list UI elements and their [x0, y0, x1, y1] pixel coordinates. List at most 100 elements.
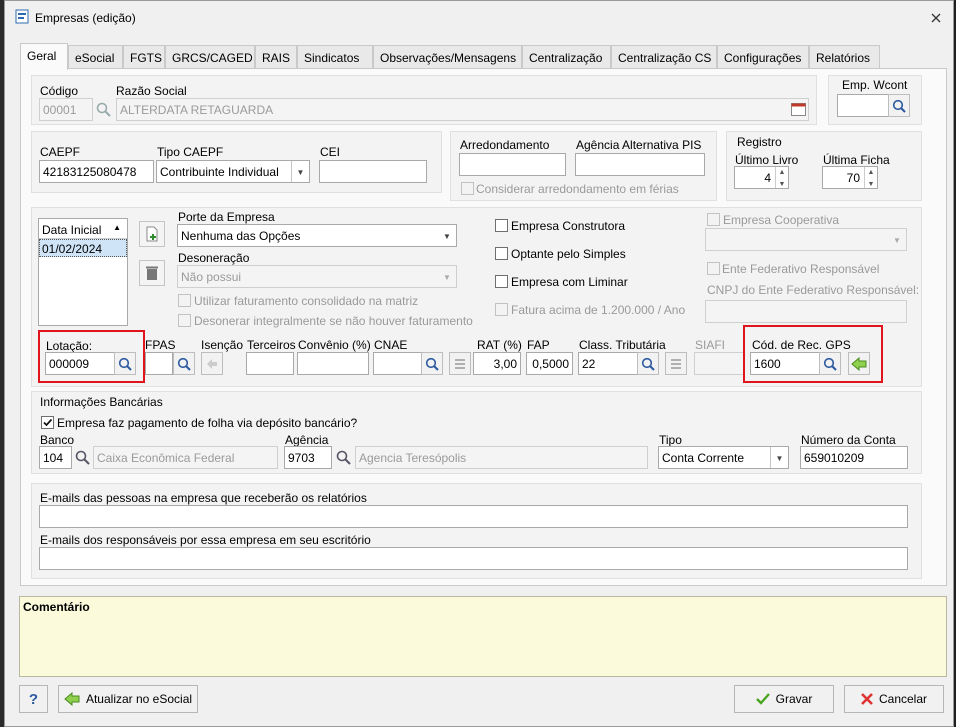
construtora-checkbox[interactable]	[495, 219, 508, 232]
codigo-label: Código	[40, 84, 79, 98]
help-button[interactable]: ?	[19, 685, 48, 713]
agencia-nome-field[interactable]: Agencia Teresópolis	[355, 446, 648, 469]
agencia-label: Agência	[285, 433, 329, 447]
banco-field[interactable]: 104	[39, 446, 72, 469]
ultima-ficha-field[interactable]: 70 ▲ ▼	[822, 166, 878, 189]
chevron-down-icon[interactable]: ▼	[291, 161, 309, 182]
ente-checkbox[interactable]	[707, 262, 720, 275]
background-strip	[0, 0, 4, 727]
search-icon	[177, 357, 191, 371]
delete-button[interactable]	[139, 260, 165, 286]
chevron-down-icon[interactable]: ▼	[438, 225, 456, 246]
gps-highlight	[743, 325, 883, 383]
cancelar-button[interactable]: Cancelar	[844, 685, 944, 713]
tab-esocial[interactable]: eSocial	[68, 45, 123, 69]
conta-field[interactable]: 659010209	[800, 446, 908, 469]
codigo-field[interactable]: 00001	[39, 98, 93, 121]
caepf-label: CAEPF	[40, 145, 81, 159]
chevron-down-icon[interactable]: ▼	[438, 266, 456, 287]
x-icon	[861, 693, 873, 705]
arredondamento-field[interactable]	[459, 153, 566, 176]
razao-social-field[interactable]: ALTERDATA RETAGUARDA	[116, 98, 809, 121]
cnae-label: CNAE	[374, 338, 408, 352]
cooperativa-select[interactable]: ▼	[705, 228, 907, 251]
wcont-field[interactable]	[837, 94, 889, 117]
cnpj-ente-field[interactable]	[705, 300, 907, 323]
search-icon[interactable]	[96, 102, 111, 117]
lotacao-highlight	[38, 330, 145, 383]
spinner-icon[interactable]: ▲ ▼	[864, 167, 877, 188]
tab-relatorios[interactable]: Relatórios	[809, 45, 880, 69]
faturamento-consolidado-checkbox[interactable]	[178, 294, 191, 307]
tipo-conta-select[interactable]: Conta Corrente ▼	[658, 446, 789, 469]
tab-fgts[interactable]: FGTS	[123, 45, 165, 69]
cnae-list-button[interactable]	[449, 352, 471, 375]
fpas-field[interactable]	[145, 352, 173, 375]
tipo-caepf-label: Tipo CAEPF	[157, 145, 224, 159]
chevron-down-icon[interactable]: ▼	[770, 447, 788, 468]
ferias-label: Considerar arredondamento em férias	[476, 182, 679, 196]
porte-select[interactable]: Nenhuma das Opções ▼	[177, 224, 457, 247]
tab-configuracoes[interactable]: Configurações	[717, 45, 809, 69]
atualizar-esocial-label: Atualizar no eSocial	[85, 692, 193, 706]
ultima-ficha-value: 70	[846, 171, 860, 185]
emails-escritorio-label: E-mails dos responsáveis por essa empres…	[40, 533, 371, 547]
emails-escritorio-field[interactable]	[39, 547, 908, 570]
fpas-search-button[interactable]	[173, 352, 195, 375]
class-tributaria-field[interactable]: 22	[578, 352, 638, 375]
siafi-field[interactable]	[694, 352, 744, 375]
cnae-field[interactable]	[373, 352, 422, 375]
cei-field[interactable]	[319, 160, 427, 183]
fpas-label: FPAS	[145, 338, 176, 352]
desoneracao-select[interactable]: Não possui ▼	[177, 265, 457, 288]
search-icon[interactable]	[336, 450, 351, 465]
cooperativa-checkbox[interactable]	[707, 213, 720, 226]
comentario-label: Comentário	[23, 600, 90, 614]
isencao-button[interactable]	[201, 352, 223, 375]
tipo-caepf-select[interactable]: Contribuinte Individual ▼	[156, 160, 310, 183]
construtora-label: Empresa Construtora	[511, 219, 626, 233]
calendar-icon[interactable]	[791, 102, 806, 116]
cnae-search-button[interactable]	[421, 352, 443, 375]
terceiros-field[interactable]	[246, 352, 294, 375]
close-icon[interactable]	[931, 13, 941, 23]
convenio-field[interactable]	[297, 352, 369, 375]
list-item[interactable]: 01/02/2024	[39, 239, 127, 257]
tipo-conta-value: Conta Corrente	[662, 451, 745, 465]
deposito-checkbox[interactable]	[41, 416, 54, 429]
desonerar-integral-checkbox[interactable]	[178, 314, 191, 327]
tab-centralizacao[interactable]: Centralização	[522, 45, 611, 69]
spinner-icon[interactable]: ▲ ▼	[775, 167, 788, 188]
agencia-pis-field[interactable]	[575, 153, 705, 176]
gravar-button[interactable]: Gravar	[734, 685, 834, 713]
ultimo-livro-value: 4	[764, 171, 771, 185]
add-button[interactable]	[139, 221, 165, 247]
liminar-checkbox[interactable]	[495, 275, 508, 288]
edit-icon	[207, 358, 217, 369]
tab-centralizacao-cs[interactable]: Centralização CS	[611, 45, 717, 69]
comentario-area[interactable]: Comentário	[19, 596, 947, 677]
agencia-field[interactable]: 9703	[284, 446, 332, 469]
simples-checkbox[interactable]	[495, 247, 508, 260]
tab-grcs-caged[interactable]: GRCS/CAGED	[165, 45, 255, 69]
data-inicial-list[interactable]: Data Inicial ▲ 01/02/2024	[38, 218, 128, 326]
emails-empresa-field[interactable]	[39, 505, 908, 528]
chevron-down-icon[interactable]: ▼	[888, 229, 906, 250]
data-inicial-header[interactable]: Data Inicial ▲	[39, 219, 127, 239]
fap-field[interactable]: 0,5000	[526, 352, 573, 375]
fatura-checkbox[interactable]	[495, 303, 508, 316]
rat-field[interactable]: 3,00	[473, 352, 521, 375]
class-list-button[interactable]	[665, 352, 687, 375]
atualizar-esocial-button[interactable]: Atualizar no eSocial	[58, 685, 198, 713]
caepf-field[interactable]: 42183125080478	[39, 160, 154, 183]
ferias-checkbox[interactable]	[461, 182, 474, 195]
wcont-search-button[interactable]	[888, 94, 910, 117]
ultimo-livro-field[interactable]: 4 ▲ ▼	[734, 166, 789, 189]
tab-observacoes[interactable]: Observações/Mensagens	[373, 45, 522, 69]
tab-rais[interactable]: RAIS	[255, 45, 297, 69]
search-icon[interactable]	[75, 450, 90, 465]
banco-nome-field[interactable]: Caixa Econômica Federal	[93, 446, 278, 469]
class-search-button[interactable]	[637, 352, 659, 375]
tab-sindicatos[interactable]: Sindicatos	[297, 45, 373, 69]
tab-geral[interactable]: Geral	[20, 43, 68, 70]
